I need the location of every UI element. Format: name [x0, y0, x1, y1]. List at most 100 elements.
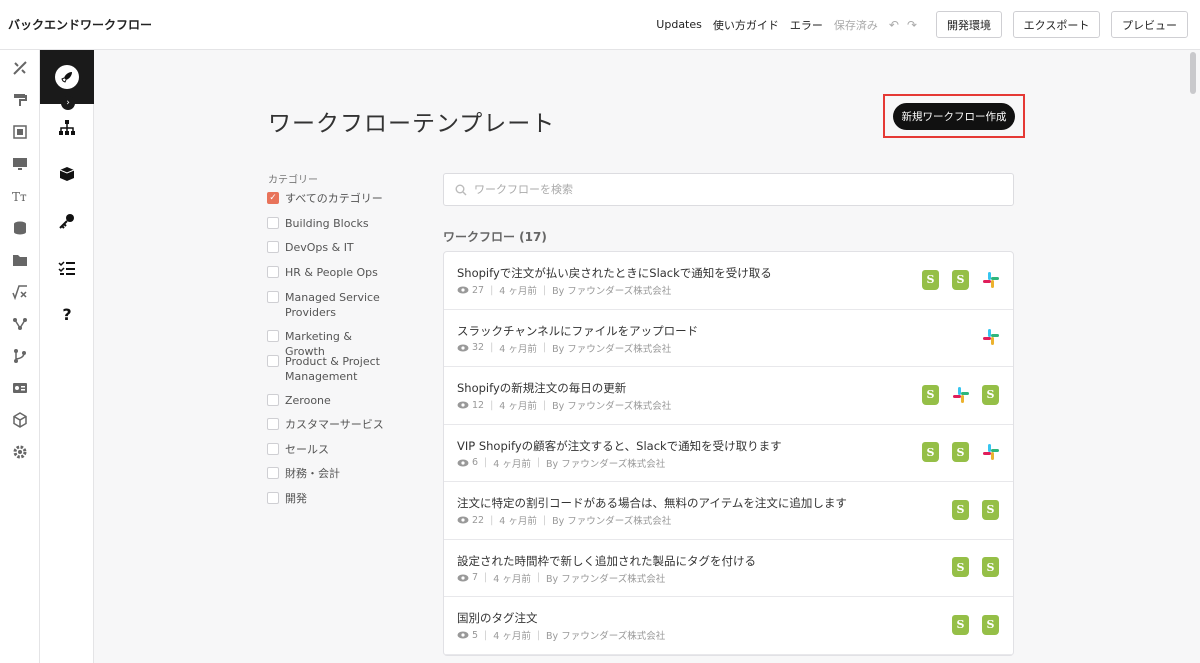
- app-title: バックエンドワークフロー: [8, 18, 153, 32]
- updates-link[interactable]: Updates: [656, 18, 702, 31]
- checklist-icon[interactable]: [57, 258, 77, 278]
- shopify-icon: S: [920, 269, 941, 290]
- box-icon[interactable]: [57, 164, 77, 184]
- workflow-meta: 12 | 4 ヶ月前 | By ファウンダーズ株式会社: [457, 398, 671, 412]
- undo-icon[interactable]: ↶: [889, 18, 899, 32]
- shopify-icon: S: [980, 499, 1001, 520]
- slack-icon: [950, 384, 971, 405]
- workflow-row[interactable]: Shopifyの新規注文の毎日の更新 12 | 4 ヶ月前 | By ファウンダーズ株式会…: [444, 367, 1013, 425]
- redo-icon[interactable]: ↷: [907, 18, 917, 32]
- category-checkbox[interactable]: [267, 241, 279, 253]
- errors-link[interactable]: エラー: [790, 17, 823, 33]
- integration-icons: SS: [950, 557, 1001, 578]
- category-item[interactable]: 開発: [267, 491, 395, 506]
- category-item[interactable]: セールス: [267, 442, 395, 457]
- workflow-row[interactable]: スラックチャンネルにファイルをアップロード 32 | 4 ヶ月前 | By ファウンダーズ…: [444, 310, 1013, 367]
- category-checkbox[interactable]: [267, 443, 279, 455]
- category-item[interactable]: ✓ すべてのカテゴリー: [267, 191, 395, 206]
- category-checkbox[interactable]: [267, 418, 279, 430]
- category-checkbox[interactable]: ✓: [267, 192, 279, 204]
- guide-link[interactable]: 使い方ガイド: [713, 17, 779, 33]
- layout-icon[interactable]: [11, 123, 29, 141]
- workflow-row[interactable]: Shopifyで注文が払い戻されたときにSlackで通知を受け取る 27 | 4 ヶ月…: [444, 252, 1013, 310]
- top-bar: バックエンドワークフロー Updates 使い方ガイド エラー 保存済み ↶ ↷…: [0, 0, 1200, 50]
- workflow-list: Shopifyで注文が払い戻されたときにSlackで通知を受け取る 27 | 4 ヶ月…: [443, 251, 1014, 656]
- folder-icon[interactable]: [11, 251, 29, 269]
- integration-icons: SS: [920, 384, 1001, 405]
- category-label-text: Product & Project Management: [285, 355, 380, 383]
- network-icon[interactable]: [11, 315, 29, 333]
- category-item[interactable]: Product & Project Management: [267, 354, 395, 384]
- workflow-count-heading: ワークフロー (17): [443, 230, 547, 244]
- workflow-row[interactable]: VIP Shopifyの顧客が注文すると、Slackで通知を受け取ります 6 | 4 …: [444, 425, 1013, 482]
- category-item[interactable]: DevOps & IT: [267, 240, 395, 255]
- meta-separator: |: [536, 629, 541, 641]
- export-button[interactable]: エクスポート: [1013, 11, 1100, 38]
- saved-status: 保存済み: [833, 18, 878, 32]
- category-label-text: Zeroone: [285, 394, 331, 407]
- view-count: 5: [472, 629, 479, 641]
- view-count: 22: [472, 514, 485, 526]
- settings-gear-icon[interactable]: [11, 443, 29, 461]
- category-label-text: Building Blocks: [285, 217, 369, 230]
- category-item[interactable]: カスタマーサービス: [267, 417, 395, 432]
- key-icon[interactable]: [57, 211, 77, 231]
- view-count: 32: [472, 342, 485, 353]
- scrollbar[interactable]: [1190, 52, 1196, 94]
- category-checkbox[interactable]: [267, 330, 279, 342]
- workflow-meta: 7 | 4 ヶ月前 | By ファウンダーズ株式会社: [457, 571, 665, 585]
- new-workflow-button[interactable]: 新規ワークフロー作成: [893, 102, 1015, 130]
- monitor-icon[interactable]: [11, 155, 29, 173]
- rocket-icon: [55, 65, 79, 89]
- formula-icon[interactable]: [11, 283, 29, 301]
- category-label-text: セールス: [285, 443, 329, 456]
- integration-icons: SS: [950, 499, 1001, 520]
- shopify-icon: S: [950, 614, 971, 635]
- category-checkbox[interactable]: [267, 355, 279, 367]
- category-label-text: Managed Service Providers: [285, 291, 380, 319]
- category-item[interactable]: Building Blocks: [267, 216, 395, 231]
- workflow-panel: › ?: [40, 50, 94, 663]
- sitemap-icon[interactable]: [57, 118, 77, 138]
- category-checkbox[interactable]: [267, 217, 279, 229]
- category-item[interactable]: Managed Service Providers: [267, 290, 395, 320]
- cube-icon[interactable]: [11, 411, 29, 429]
- workflow-row[interactable]: 設定された時間枠で新しく追加された製品にタグを付ける 7 | 4 ヶ月前 | By ファウ…: [444, 540, 1013, 597]
- workflow-author: By ファウンダーズ株式会社: [546, 631, 666, 642]
- category-item[interactable]: Zeroone: [267, 393, 395, 408]
- workflow-age: 4 ヶ月前: [499, 343, 537, 355]
- search-box[interactable]: [443, 173, 1014, 206]
- workflow-meta: 6 | 4 ヶ月前 | By ファウンダーズ株式会社: [457, 456, 665, 470]
- category-label-text: HR & People Ops: [285, 266, 378, 279]
- paint-roller-icon[interactable]: [11, 91, 29, 109]
- category-checkbox[interactable]: [267, 492, 279, 504]
- workflow-meta: 32 | 4 ヶ月前 | By ファウンダーズ株式会社: [457, 341, 671, 355]
- workflow-age: 4 ヶ月前: [493, 573, 531, 585]
- meta-separator: |: [490, 399, 494, 411]
- category-item[interactable]: 財務・会計: [267, 466, 395, 481]
- workflow-row[interactable]: 国別のタグ注文 5 | 4 ヶ月前 | By ファウンダーズ株式会社 S S: [444, 597, 1013, 655]
- category-checkbox[interactable]: [267, 467, 279, 479]
- shopify-icon: S: [950, 269, 971, 290]
- git-branch-icon[interactable]: [11, 347, 29, 365]
- meta-separator: |: [490, 514, 494, 526]
- question-icon[interactable]: ?: [57, 304, 77, 324]
- integration-icons: SS: [950, 614, 1001, 635]
- category-checkbox[interactable]: [267, 291, 279, 303]
- search-input[interactable]: [474, 183, 994, 196]
- category-checkbox[interactable]: [267, 394, 279, 406]
- preview-button[interactable]: プレビュー: [1111, 11, 1188, 38]
- expand-chevron-icon[interactable]: ›: [61, 96, 75, 110]
- workflow-row[interactable]: 注文に特定の割引コードがある場合は、無料のアイテムを注文に追加します 22 | 4 ヶ…: [444, 482, 1013, 540]
- workflow-age: 4 ヶ月前: [499, 286, 537, 297]
- design-tools-icon[interactable]: [11, 59, 29, 77]
- database-icon[interactable]: [11, 219, 29, 237]
- integration-icons: SS: [920, 442, 1001, 463]
- dev-env-button[interactable]: 開発環境: [936, 11, 1002, 38]
- typography-icon[interactable]: Tт: [11, 187, 29, 205]
- category-checkbox[interactable]: [267, 266, 279, 278]
- shopify-icon: S: [980, 614, 1001, 635]
- category-item[interactable]: HR & People Ops: [267, 265, 395, 280]
- id-card-icon[interactable]: [11, 379, 29, 397]
- left-rail: Tт ?: [0, 50, 40, 663]
